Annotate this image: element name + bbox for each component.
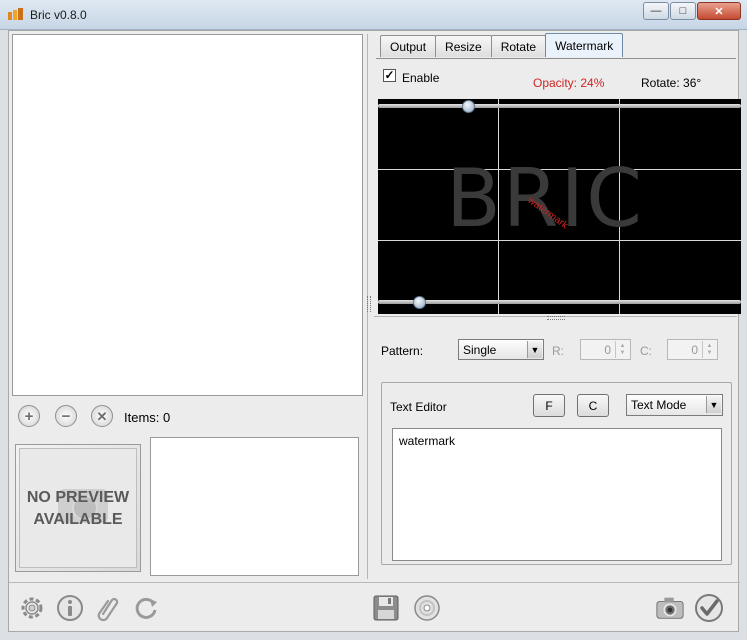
cols-spinner[interactable]: 0 ▲ ▼ <box>667 339 718 360</box>
snapshot-button[interactable] <box>655 593 685 623</box>
settings-tabs: Output Resize Rotate Watermark <box>380 33 624 57</box>
maximize-button[interactable]: □ <box>670 2 696 20</box>
rotate-slider-handle[interactable] <box>413 296 426 309</box>
opacity-slider-handle[interactable] <box>462 100 475 113</box>
main-window-client: + − ✕ Items: 0 NO PREVIEW AVAILABLE Outp… <box>8 30 741 632</box>
pattern-value: Single <box>463 342 497 357</box>
save-button[interactable] <box>371 593 401 623</box>
preview-frame: NO PREVIEW AVAILABLE <box>19 448 137 568</box>
rows-spinner[interactable]: 0 ▲ ▼ <box>580 339 631 360</box>
x-circle-icon: ✕ <box>96 408 108 424</box>
color-button[interactable]: C <box>577 394 609 417</box>
camera-icon <box>656 597 684 619</box>
title-bar: Bric v0.8.0 — □ ✕ <box>0 0 747 30</box>
attach-button[interactable] <box>93 593 123 623</box>
pattern-label: Pattern: <box>381 344 424 358</box>
cols-value: 0 <box>691 343 698 357</box>
paperclip-icon <box>97 598 119 622</box>
spinner-arrows-icon[interactable]: ▲ ▼ <box>702 341 716 358</box>
disc-icon <box>414 595 440 621</box>
minimize-button[interactable]: — <box>643 2 669 20</box>
splitter-grip-icon[interactable] <box>547 316 565 320</box>
window-controls: — □ ✕ <box>642 2 741 20</box>
chevron-down-icon[interactable]: ▼ <box>706 396 721 413</box>
preview-sample-text: BRIC <box>446 152 644 245</box>
no-preview-line-1: NO PREVIEW <box>26 489 130 506</box>
tab-resize[interactable]: Resize <box>435 35 492 57</box>
refresh-icon <box>135 597 157 619</box>
start-process-button[interactable] <box>694 593 724 623</box>
settings-pane: Output Resize Rotate Watermark ✓ Enable … <box>374 33 741 579</box>
opacity-slider-track[interactable] <box>378 104 741 108</box>
no-preview-line-2: AVAILABLE <box>33 511 123 528</box>
remove-file-button[interactable]: − <box>55 405 77 427</box>
text-editor-label: Text Editor <box>390 400 447 414</box>
rotate-slider-track[interactable] <box>378 300 741 304</box>
splitter-grip-icon[interactable] <box>367 296 371 312</box>
checkmark-icon <box>695 594 723 622</box>
enable-label[interactable]: Enable <box>402 71 439 85</box>
burn-disc-button[interactable] <box>412 593 442 623</box>
minus-circle-icon: − <box>61 407 71 425</box>
plus-circle-icon: + <box>24 407 34 425</box>
rows-value: 0 <box>604 343 611 357</box>
cols-label: C: <box>640 344 652 358</box>
bric-logo-icon <box>8 8 23 20</box>
bottom-toolbar <box>9 582 740 632</box>
text-mode-select[interactable]: Text Mode ▼ <box>626 394 723 416</box>
settings-button[interactable] <box>17 593 47 623</box>
font-button[interactable]: F <box>533 394 565 417</box>
add-file-button[interactable]: + <box>18 405 40 427</box>
text-editor-group: Text Editor F C Text Mode ▼ watermark <box>381 382 732 565</box>
spinner-arrows-icon[interactable]: ▲ ▼ <box>615 341 629 358</box>
close-button[interactable]: ✕ <box>697 2 741 20</box>
about-button[interactable] <box>55 593 85 623</box>
no-preview-text: NO PREVIEW AVAILABLE <box>20 487 136 531</box>
enable-checkbox[interactable]: ✓ <box>383 69 396 82</box>
floppy-disk-icon <box>373 595 399 621</box>
list-toolbar: + − ✕ Items: 0 <box>12 401 363 431</box>
rows-label: R: <box>552 344 564 358</box>
opacity-readout: Opacity: 24% <box>533 76 605 90</box>
chevron-down-icon[interactable]: ▼ <box>527 341 542 358</box>
window-title: Bric v0.8.0 <box>30 8 87 22</box>
image-info-panel <box>150 437 359 576</box>
refresh-button[interactable] <box>131 593 161 623</box>
gear-icon <box>21 597 43 619</box>
rotate-readout: Rotate: 36° <box>641 76 702 90</box>
pattern-select[interactable]: Single ▼ <box>458 339 544 360</box>
image-preview: NO PREVIEW AVAILABLE <box>15 444 141 572</box>
items-count: Items: 0 <box>124 410 171 425</box>
watermark-preview-canvas[interactable]: BRIC watermark <box>378 99 741 314</box>
tab-watermark[interactable]: Watermark <box>545 33 624 57</box>
text-mode-value: Text Mode <box>631 398 687 412</box>
tab-output[interactable]: Output <box>380 35 437 57</box>
clear-files-button[interactable]: ✕ <box>91 405 113 427</box>
watermark-text-area[interactable]: watermark <box>392 428 722 561</box>
file-list[interactable] <box>12 34 363 396</box>
watermark-panel: ✓ Enable Opacity: 24% Rotate: 36° BRIC w… <box>376 58 741 314</box>
info-icon <box>57 595 83 621</box>
tab-rotate[interactable]: Rotate <box>490 35 547 57</box>
